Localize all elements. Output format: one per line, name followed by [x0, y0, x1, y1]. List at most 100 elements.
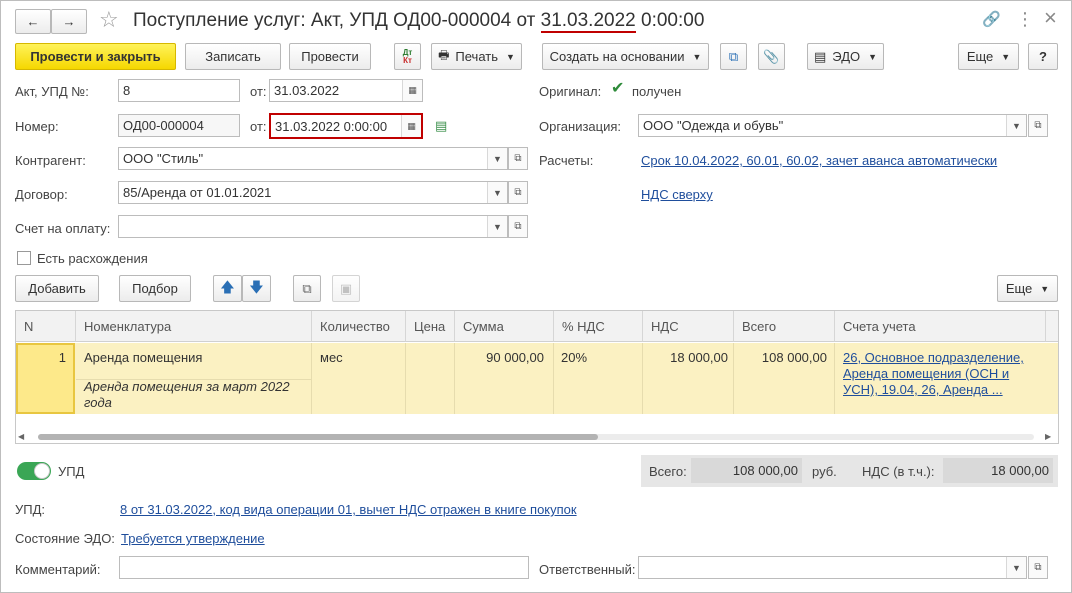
post-button[interactable]: Провести — [289, 43, 371, 70]
horizontal-scrollbar-thumb[interactable] — [38, 434, 598, 440]
column-header-sum[interactable]: Сумма — [455, 311, 554, 342]
discrepancies-checkbox[interactable] — [17, 251, 31, 265]
title-prefix: Поступление услуг: Акт, УПД ОД00-000004 … — [133, 10, 541, 31]
more-button[interactable]: Еще ▼ — [958, 43, 1019, 70]
responsible-field[interactable]: ▼ — [638, 556, 1027, 579]
selection-button[interactable]: Подбор — [119, 275, 191, 302]
table-row[interactable]: 1 Аренда помещения Аренда помещения за м… — [16, 343, 1058, 414]
add-row-button[interactable]: Добавить — [15, 275, 99, 302]
edo-button[interactable]: ▤ ЭДО ▼ — [807, 43, 884, 70]
cell-vat-rate: 20% — [561, 350, 588, 365]
upd-toggle[interactable] — [17, 462, 51, 480]
print-label: Печать — [455, 49, 498, 64]
chevron-down-icon[interactable]: ▼ — [487, 148, 507, 169]
column-header-nomenclature[interactable]: Номенклатура — [76, 311, 312, 342]
create-based-on-button[interactable]: Создать на основании ▼ — [542, 43, 709, 70]
column-divider — [553, 343, 554, 414]
organization-open-button[interactable]: ⧉ — [1028, 114, 1048, 137]
post-and-close-button[interactable]: Провести и закрыть — [15, 43, 176, 70]
favorite-star-icon[interactable]: ☆ — [99, 7, 119, 33]
act-date-from-label: от: — [250, 84, 267, 99]
invoice-field[interactable]: ▼ — [118, 215, 508, 238]
invoice-label: Счет на оплату: — [15, 221, 111, 236]
act-date-value: 31.03.2022 — [274, 83, 340, 98]
edo-state-link[interactable]: Требуется утверждение — [121, 531, 265, 546]
chevron-down-icon[interactable]: ▼ — [1006, 557, 1026, 578]
column-divider — [311, 343, 312, 414]
vat-included-value: 18 000,00 — [943, 458, 1053, 483]
cell-nomenclature: Аренда помещения — [84, 350, 203, 365]
chevron-down-icon[interactable]: ▼ — [487, 182, 507, 203]
move-up-button[interactable]: 🡅 — [213, 275, 242, 302]
counterparty-value: ООО "Стиль" — [123, 151, 204, 166]
discrepancies-label: Есть расхождения — [37, 251, 148, 266]
original-received-checkbox[interactable]: ✔ — [611, 81, 627, 97]
save-button[interactable]: Записать — [185, 43, 281, 70]
open-icon: ⧉ — [514, 187, 522, 198]
contract-open-button[interactable]: ⧉ — [508, 181, 528, 204]
arrow-right-icon: → — [62, 14, 76, 29]
scroll-left-icon[interactable]: ◀ — [18, 432, 24, 441]
original-received-label: получен — [632, 84, 682, 99]
paste-button[interactable]: ▣ — [332, 275, 360, 302]
column-header-vat[interactable]: НДС — [643, 311, 734, 342]
print-button[interactable]: 🖶 Печать ▼ — [431, 43, 522, 70]
contract-label: Договор: — [15, 187, 68, 202]
number-date-field[interactable]: 31.03.2022 0:00:00 ▦ — [269, 113, 423, 139]
column-header-quantity[interactable]: Количество — [312, 311, 406, 342]
column-header-price[interactable]: Цена — [406, 311, 455, 342]
upd-link[interactable]: 8 от 31.03.2022, код вида операции 01, в… — [120, 502, 577, 517]
cell-accounts-line1[interactable]: 26, Основное подразделение, — [843, 350, 1024, 365]
organization-field[interactable]: ООО "Одежда и обувь" ▼ — [638, 114, 1027, 137]
forward-button[interactable]: → — [51, 9, 87, 34]
contract-value: 85/Аренда от 01.01.2021 — [123, 185, 272, 200]
column-header-n[interactable]: N — [16, 311, 76, 342]
contract-field[interactable]: 85/Аренда от 01.01.2021 ▼ — [118, 181, 508, 204]
responsible-open-button[interactable]: ⧉ — [1028, 556, 1048, 579]
dtkt-button[interactable]: Дт Кт — [394, 43, 421, 70]
vat-on-top-link[interactable]: НДС сверху — [641, 187, 713, 202]
edo-icon: ▤ — [813, 48, 827, 64]
act-number-field[interactable]: 8 — [118, 79, 240, 102]
organization-label: Организация: — [539, 119, 622, 134]
structure-button[interactable]: ⧉ — [720, 43, 747, 70]
cell-quantity: мес — [320, 350, 343, 365]
services-table: N Номенклатура Количество Цена Сумма % Н… — [15, 310, 1059, 444]
table-more-label: Еще — [1005, 281, 1033, 296]
cell-accounts-line2[interactable]: Аренда помещения (ОСН и — [843, 366, 1009, 381]
attach-button[interactable]: 📎 — [758, 43, 785, 70]
arrow-up-icon: 🡅 — [220, 278, 235, 295]
more-options-icon[interactable]: ⋮ — [1016, 9, 1034, 30]
counterparty-open-button[interactable]: ⧉ — [508, 147, 528, 170]
cell-accounts-line3[interactable]: УСН), 19.04, 26, Аренда ... — [843, 382, 1003, 397]
column-header-total[interactable]: Всего — [734, 311, 835, 342]
settlements-link[interactable]: Срок 10.04.2022, 60.01, 60.02, зачет ава… — [641, 153, 997, 168]
copy-button[interactable]: ⧉ — [293, 275, 321, 302]
scroll-right-icon[interactable]: ▶ — [1045, 432, 1051, 441]
comment-field[interactable] — [119, 556, 529, 579]
column-header-vat-rate[interactable]: % НДС — [554, 311, 643, 342]
original-label: Оригинал: — [539, 84, 602, 99]
chevron-down-icon[interactable]: ▼ — [487, 216, 507, 237]
calendar-icon[interactable]: ▦ — [402, 80, 422, 101]
number-date-value: 31.03.2022 0:00:00 — [275, 118, 388, 134]
copy-icon: ⧉ — [302, 280, 312, 296]
calendar-icon[interactable]: ▦ — [401, 115, 421, 137]
number-field[interactable]: ОД00-000004 — [118, 114, 240, 137]
chevron-down-icon: ▼ — [868, 51, 878, 62]
table-more-button[interactable]: Еще ▼ — [997, 275, 1058, 302]
link-icon[interactable]: 🔗 — [982, 10, 1001, 28]
column-header-accounts[interactable]: Счета учета — [835, 311, 1046, 342]
chevron-down-icon[interactable]: ▼ — [1006, 115, 1026, 136]
structure-icon: ⧉ — [728, 48, 739, 64]
help-button[interactable]: ? — [1028, 43, 1058, 70]
chevron-down-icon: ▼ — [506, 51, 515, 62]
close-icon[interactable]: × — [1044, 5, 1057, 31]
back-button[interactable]: ← — [15, 9, 51, 34]
counterparty-field[interactable]: ООО "Стиль" ▼ — [118, 147, 508, 170]
open-icon: ⧉ — [514, 153, 522, 164]
move-down-button[interactable]: 🡇 — [242, 275, 271, 302]
act-date-field[interactable]: 31.03.2022 ▦ — [269, 79, 423, 102]
document-status-icon[interactable]: ▤ — [435, 118, 447, 134]
invoice-open-button[interactable]: ⧉ — [508, 215, 528, 238]
